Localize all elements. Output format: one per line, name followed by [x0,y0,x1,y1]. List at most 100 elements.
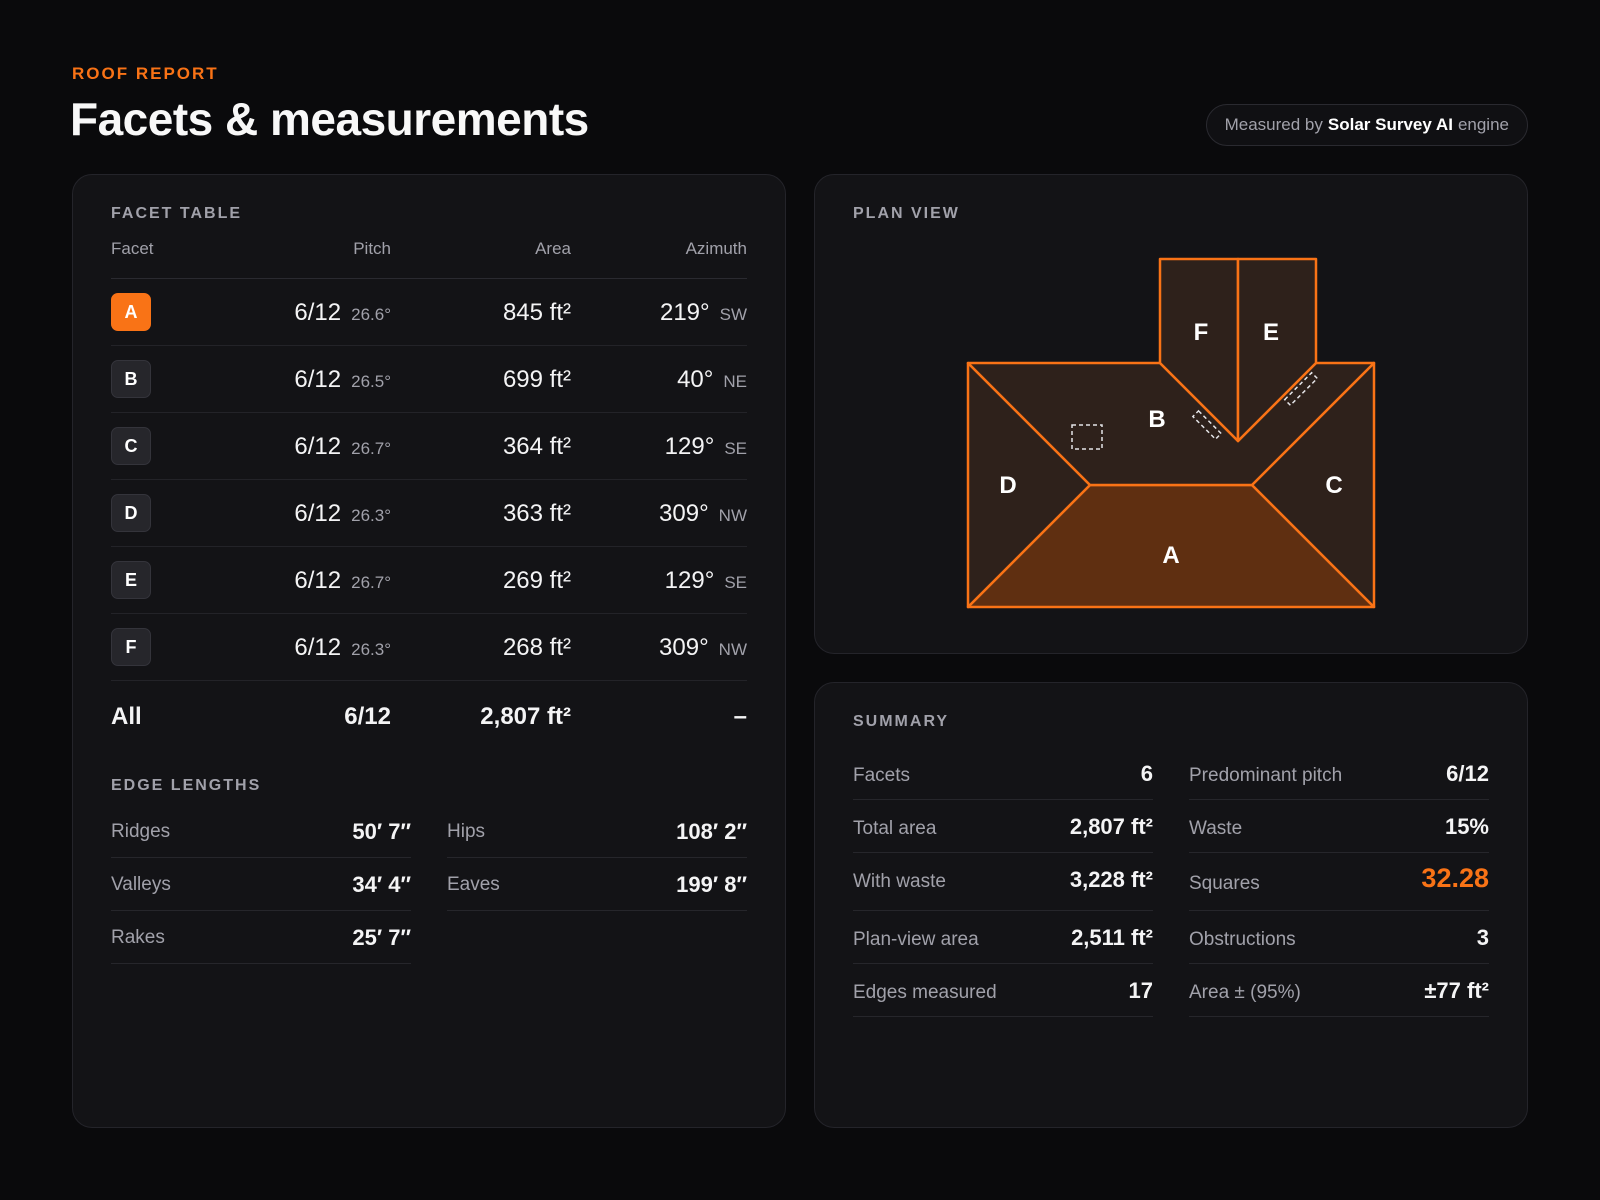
pitch-cell: 6/12 26.3° [294,500,391,528]
table-row[interactable]: A 6/12 26.6° 845 ft² 219° SW [111,279,747,346]
summary-key: Predominant pitch [1189,765,1343,786]
summary-key: Obstructions [1189,929,1296,950]
col-header-area[interactable]: Area [535,239,571,259]
col-header-azimuth[interactable]: Azimuth [686,239,747,259]
pitch-cell: 6/12 26.6° [294,299,391,327]
summary-key: Facets [853,765,911,786]
edge-name: Eaves [447,874,500,895]
pitch-degrees: 26.5° [351,372,391,391]
edge-value: 50′ 7″ [352,819,411,844]
azimuth-cell: 40° NE [677,366,747,394]
table-row[interactable]: E 6/12 26.7° 269 ft² 129° SE [111,547,747,614]
total-area: 2,807 ft² [480,703,571,730]
col-header-facet[interactable]: Facet [111,239,154,259]
facet-card: FACET TABLE Facet Pitch Area Azimuth A 6… [72,174,786,1128]
azimuth-direction: NE [723,372,747,391]
azimuth-degrees: 40° [677,366,714,393]
table-row[interactable]: C 6/12 26.7° 364 ft² 129° SE [111,413,747,480]
facet-table-label: FACET TABLE [111,205,243,222]
total-azimuth: – [733,703,747,730]
facet-label-e: E [1263,319,1279,346]
edge-name: Ridges [111,821,171,842]
azimuth-direction: NW [718,506,747,525]
area-cell: 269 ft² [502,567,571,594]
table-row[interactable]: B 6/12 26.5° 699 ft² 40° NE [111,346,747,413]
summary-value-highlight: 32.28 [1421,863,1489,893]
azimuth-direction: SE [724,573,747,592]
pitch-degrees: 26.3° [351,640,391,659]
roof-plan-diagram: A B C D E F [966,257,1376,609]
summary-value: 6 [1140,761,1153,786]
facet-badge[interactable]: D [111,494,151,532]
report-eyebrow: ROOF REPORT [72,64,219,83]
pitch-cell: 6/12 26.5° [294,366,391,394]
azimuth-degrees: 129° [664,433,715,460]
summary-predominant-pitch: Predominant pitch 6/12 [1189,747,1489,800]
facet-label-a: A [1162,542,1179,569]
summary-card: SUMMARY Facets 6 Total area 2,807 ft² Wi… [814,682,1528,1128]
engine-prefix: Measured by [1224,115,1323,134]
summary-value: 3,228 ft² [1069,867,1153,892]
facet-badge[interactable]: C [111,427,151,465]
pitch-degrees: 26.7° [351,573,391,592]
facet-table-header: Facet Pitch Area Azimuth [111,233,747,279]
area-cell: 364 ft² [502,433,571,460]
summary-edges-measured: Edges measured 17 [853,964,1153,1017]
pitch-ratio: 6/12 [294,500,342,527]
facet-label-c: C [1325,472,1342,499]
pitch-ratio: 6/12 [294,433,342,460]
engine-name: Solar Survey AI [1327,115,1453,134]
edge-row-valleys: Valleys 34′ 4″ [111,858,411,911]
summary-plan-view-area: Plan-view area 2,511 ft² [853,911,1153,964]
azimuth-direction: SW [719,305,747,324]
azimuth-direction: NW [718,640,747,659]
facet-badge[interactable]: A [111,293,151,331]
summary-value: 6/12 [1446,761,1489,786]
summary-facets: Facets 6 [853,747,1153,800]
summary-value: 17 [1128,978,1153,1003]
engine-suffix: engine [1457,115,1509,134]
total-label: All [111,703,142,730]
pitch-ratio: 6/12 [294,634,342,661]
summary-with-waste: With waste 3,228 ft² [853,853,1153,911]
facet-label-d: D [999,472,1016,499]
summary-key: Edges measured [853,982,997,1003]
edge-value: 108′ 2″ [676,819,747,844]
facet-table: Facet Pitch Area Azimuth A 6/12 26.6° 845… [111,233,747,751]
summary-key: Waste [1189,818,1243,839]
area-cell: 699 ft² [502,366,571,393]
edge-name: Hips [447,821,486,842]
edge-name: Rakes [111,927,165,948]
summary-obstructions: Obstructions 3 [1189,911,1489,964]
azimuth-degrees: 309° [659,634,709,661]
azimuth-direction: SE [724,439,747,458]
pitch-ratio: 6/12 [294,299,342,326]
azimuth-cell: 129° SE [665,433,747,461]
col-header-pitch[interactable]: Pitch [353,239,391,259]
summary-value: 3 [1476,925,1489,950]
summary-waste: Waste 15% [1189,800,1489,853]
facet-badge[interactable]: F [111,628,151,666]
pitch-degrees: 26.6° [351,305,391,324]
plan-view-card: PLAN VIEW A B C D E F [814,174,1528,654]
pitch-degrees: 26.7° [351,439,391,458]
summary-value: ±77 ft² [1424,978,1489,1003]
pitch-ratio: 6/12 [294,366,342,393]
pitch-cell: 6/12 26.7° [294,567,391,595]
edge-row-rakes: Rakes 25′ 7″ [111,911,411,964]
table-row[interactable]: D 6/12 26.3° 363 ft² 309° NW [111,480,747,547]
facet-badge[interactable]: B [111,360,151,398]
pitch-cell: 6/12 26.3° [294,634,391,662]
summary-value: 2,807 ft² [1069,814,1153,839]
azimuth-cell: 309° NW [659,500,747,528]
area-cell: 268 ft² [502,634,571,661]
table-total-row: All 6/12 2,807 ft² – [111,681,747,751]
facet-badge[interactable]: E [111,561,151,599]
edge-row-hips: Hips 108′ 2″ [447,805,747,858]
summary-area-confidence: Area ± (95%) ±77 ft² [1189,964,1489,1017]
edge-name: Valleys [111,874,171,895]
table-row[interactable]: F 6/12 26.3° 268 ft² 309° NW [111,614,747,681]
azimuth-degrees: 309° [659,500,709,527]
azimuth-cell: 219° SW [660,299,747,327]
area-cell: 363 ft² [502,500,571,527]
